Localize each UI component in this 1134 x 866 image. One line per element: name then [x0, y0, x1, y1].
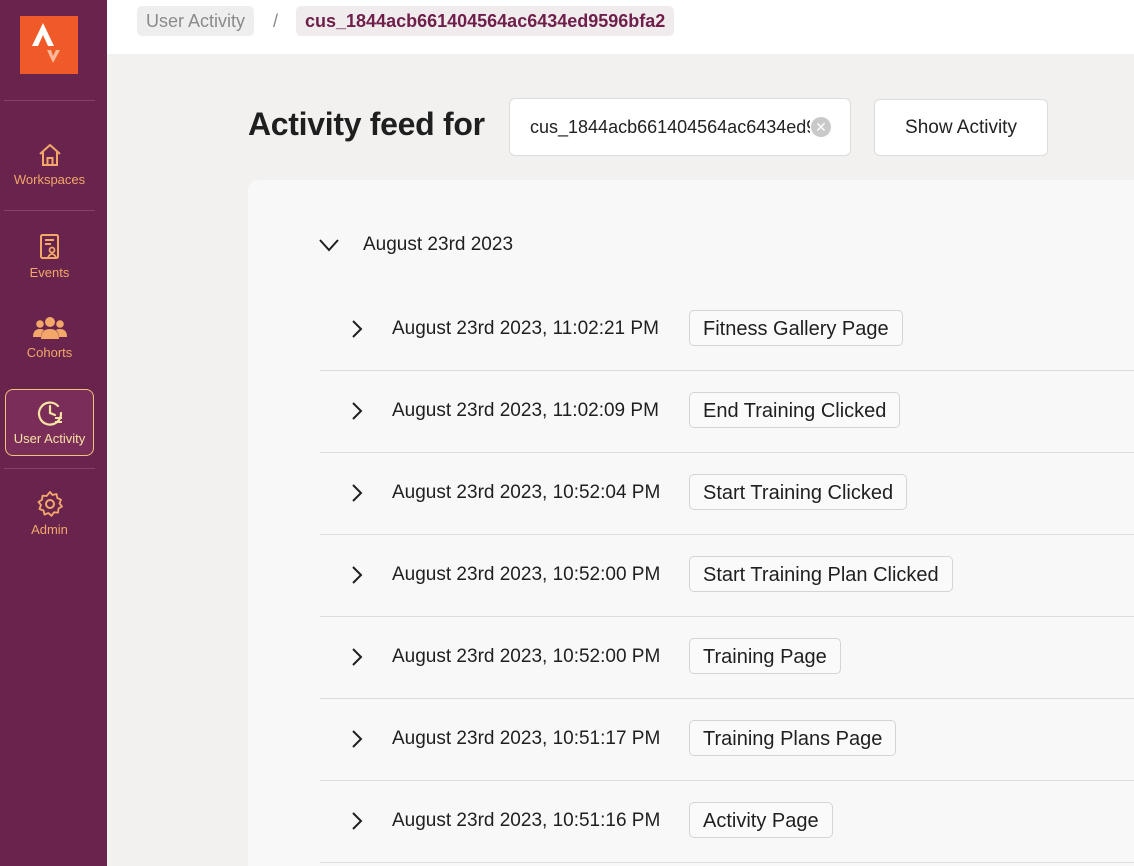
- date-group-toggle[interactable]: August 23rd 2023: [318, 232, 513, 258]
- customer-id-input[interactable]: [530, 113, 810, 141]
- nav-divider: [4, 210, 95, 211]
- event-timestamp: August 23rd 2023, 10:51:16 PM: [392, 810, 661, 831]
- event-row[interactable]: August 23rd 2023, 10:51:16 PM Activity Pa…: [320, 781, 1134, 863]
- event-timestamp: August 23rd 2023, 10:51:17 PM: [392, 728, 661, 749]
- sidebar-item-workspaces[interactable]: Workspaces: [5, 142, 94, 187]
- event-name-badge: End Training Clicked: [689, 392, 901, 428]
- gear-icon: [37, 491, 63, 517]
- event-row[interactable]: August 23rd 2023, 10:52:00 PM Start Train…: [320, 535, 1134, 617]
- sidebar-item-label: User Activity: [13, 431, 86, 446]
- sidebar: Workspaces Events Cohorts User Activity …: [0, 0, 107, 866]
- chevron-right-icon[interactable]: [348, 566, 366, 584]
- chevron-right-icon[interactable]: [348, 648, 366, 666]
- event-row[interactable]: August 23rd 2023, 10:51:17 PM Training Pl…: [320, 699, 1134, 781]
- date-group-label: August 23rd 2023: [363, 234, 514, 255]
- activity-feed-panel: August 23rd 2023 August 23rd 2023, 11:02…: [248, 180, 1134, 866]
- event-name-badge: Activity Page: [689, 802, 833, 838]
- sidebar-item-label: Cohorts: [26, 345, 73, 360]
- home-icon: [38, 144, 61, 166]
- users-icon: [32, 317, 67, 339]
- app-logo[interactable]: [20, 16, 78, 74]
- event-timestamp: August 23rd 2023, 10:52:00 PM: [392, 564, 661, 585]
- event-timestamp: August 23rd 2023, 10:52:04 PM: [392, 482, 661, 503]
- chevron-right-icon[interactable]: [348, 730, 366, 748]
- clear-icon[interactable]: ✕: [811, 117, 831, 137]
- sidebar-item-user-activity[interactable]: User Activity: [5, 389, 94, 456]
- breadcrumb-current: cus_1844acb661404564ac6434ed9596bfa2: [296, 6, 675, 36]
- event-name-badge: Training Plans Page: [689, 720, 897, 756]
- nav-divider: [4, 468, 95, 469]
- event-row[interactable]: August 23rd 2023, 10:52:04 PM Start Train…: [320, 453, 1134, 535]
- show-activity-button[interactable]: Show Activity: [874, 99, 1048, 156]
- breadcrumb-parent[interactable]: User Activity: [137, 6, 255, 36]
- chevron-right-icon[interactable]: [348, 484, 366, 502]
- sidebar-item-cohorts[interactable]: Cohorts: [5, 315, 94, 360]
- sidebar-item-label: Events: [29, 265, 70, 280]
- customer-search: ✕: [509, 98, 851, 156]
- breadcrumb-separator: /: [273, 11, 279, 31]
- strava-logo-icon: [32, 23, 60, 63]
- sidebar-item-admin[interactable]: Admin: [5, 490, 94, 537]
- event-name-badge: Fitness Gallery Page: [689, 310, 903, 346]
- event-row[interactable]: August 23rd 2023, 11:02:21 PM Fitness Gal…: [320, 289, 1134, 371]
- event-name-badge: Start Training Plan Clicked: [689, 556, 953, 592]
- event-timestamp: August 23rd 2023, 10:52:00 PM: [392, 646, 661, 667]
- event-row[interactable]: August 23rd 2023, 10:52:00 PM Training Pa…: [320, 617, 1134, 699]
- event-row[interactable]: August 23rd 2023, 11:02:09 PM End Trainin…: [320, 371, 1134, 453]
- event-name-badge: Training Page: [689, 638, 841, 674]
- nav-divider: [4, 100, 95, 101]
- event-name-badge: Start Training Clicked: [689, 474, 908, 510]
- clock-icon: [37, 401, 62, 426]
- sidebar-item-label: Workspaces: [13, 172, 86, 187]
- sidebar-item-label: Admin: [31, 522, 68, 537]
- document-icon: [39, 234, 59, 259]
- chevron-right-icon[interactable]: [348, 402, 366, 420]
- chevron-down-icon: [319, 239, 339, 252]
- sidebar-item-events[interactable]: Events: [5, 233, 94, 280]
- chevron-right-icon[interactable]: [348, 812, 366, 830]
- page-title: Activity feed for: [248, 106, 485, 142]
- event-timestamp: August 23rd 2023, 11:02:21 PM: [392, 318, 659, 339]
- breadcrumb: User Activity / cus_1844acb661404564ac64…: [107, 0, 1134, 54]
- event-timestamp: August 23rd 2023, 11:02:09 PM: [392, 400, 659, 421]
- chevron-right-icon[interactable]: [348, 320, 366, 338]
